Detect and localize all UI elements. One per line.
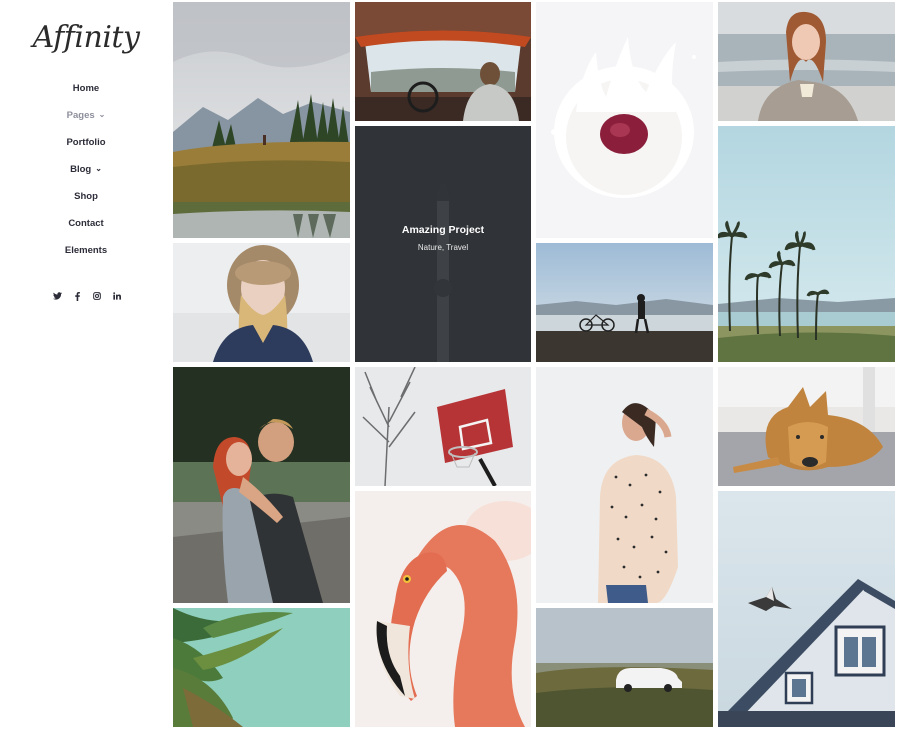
nav-item-contact[interactable]: Contact: [0, 213, 172, 240]
portfolio-item-car-field[interactable]: [536, 608, 713, 727]
chevron-down-icon: ⌄: [98, 110, 106, 119]
portfolio-item-palm-trees-beach[interactable]: [718, 126, 895, 362]
nav-item-elements[interactable]: Elements: [0, 240, 172, 267]
portfolio-item-woman-dotted-shirt[interactable]: [536, 367, 713, 603]
fur-hood-woman-photo: [173, 243, 350, 362]
nav-item-label: Elements: [64, 245, 108, 256]
portfolio-item-rocket-project[interactable]: Amazing Project Nature, Travel: [355, 126, 531, 362]
portfolio-item-palm-leaves[interactable]: [173, 608, 350, 727]
nav-item-home[interactable]: Home: [0, 78, 172, 105]
palm-trees-beach-photo: [718, 126, 895, 362]
nav-item-portfolio[interactable]: Portfolio: [0, 132, 172, 159]
palm-leaves-photo: [173, 608, 350, 727]
social-links: [51, 292, 123, 303]
mountain-lake-photo: [173, 2, 350, 238]
portfolio-item-milk-raspberry[interactable]: [536, 2, 713, 238]
twitter-icon[interactable]: [51, 292, 63, 303]
instagram-icon[interactable]: [91, 292, 103, 303]
main-nav: Home Pages ⌄ Portfolio Blog ⌄ Shop Contact…: [0, 78, 172, 267]
logo[interactable]: Affinity: [0, 20, 172, 55]
facebook-icon[interactable]: [71, 292, 83, 303]
sidebar: Affinity Home Pages ⌄ Portfolio Blog ⌄ Sho…: [0, 0, 172, 730]
portfolio-item-redhead-sea[interactable]: [718, 2, 895, 121]
portfolio-item-fur-hood-woman[interactable]: [173, 243, 350, 362]
dog-lying-photo: [718, 367, 895, 486]
project-title: Amazing Project: [401, 224, 485, 236]
nav-item-label: Contact: [68, 218, 104, 229]
nav-item-pages[interactable]: Pages ⌄: [0, 105, 172, 132]
nav-item-label: Pages: [66, 110, 95, 121]
nav-item-blog[interactable]: Blog ⌄: [0, 159, 172, 186]
chevron-down-icon: ⌄: [95, 164, 102, 173]
nav-item-label: Home: [72, 83, 100, 94]
car-field-photo: [536, 608, 713, 727]
couple-kissing-photo: [173, 367, 350, 603]
redhead-sea-photo: [718, 2, 895, 121]
portfolio-item-flamingo[interactable]: [355, 491, 531, 727]
project-hover-overlay[interactable]: Amazing Project Nature, Travel: [355, 126, 531, 362]
basketball-hoop-photo: [355, 367, 531, 486]
nav-item-label: Portfolio: [66, 137, 106, 148]
portfolio-item-basketball-hoop[interactable]: [355, 367, 531, 486]
house-bird-photo: [718, 491, 895, 727]
milk-raspberry-photo: [536, 2, 713, 238]
van-interior-photo: [355, 2, 531, 121]
portfolio-item-mountain-lake[interactable]: [173, 2, 350, 238]
project-categories: Nature, Travel: [417, 243, 469, 252]
portfolio-item-bicycle-pier[interactable]: [536, 243, 713, 362]
bicycle-pier-photo: [536, 243, 713, 362]
portfolio-item-couple-kissing[interactable]: [173, 367, 350, 603]
nav-item-label: Blog: [70, 164, 92, 175]
portfolio-item-house-bird[interactable]: [718, 491, 895, 727]
portfolio-item-van-interior[interactable]: [355, 2, 531, 121]
nav-item-label: Shop: [74, 191, 98, 202]
flamingo-photo: [355, 491, 531, 727]
woman-dotted-shirt-photo: [536, 367, 713, 603]
linkedin-icon[interactable]: [111, 292, 123, 303]
nav-item-shop[interactable]: Shop: [0, 186, 172, 213]
portfolio-item-dog-lying[interactable]: [718, 367, 895, 486]
